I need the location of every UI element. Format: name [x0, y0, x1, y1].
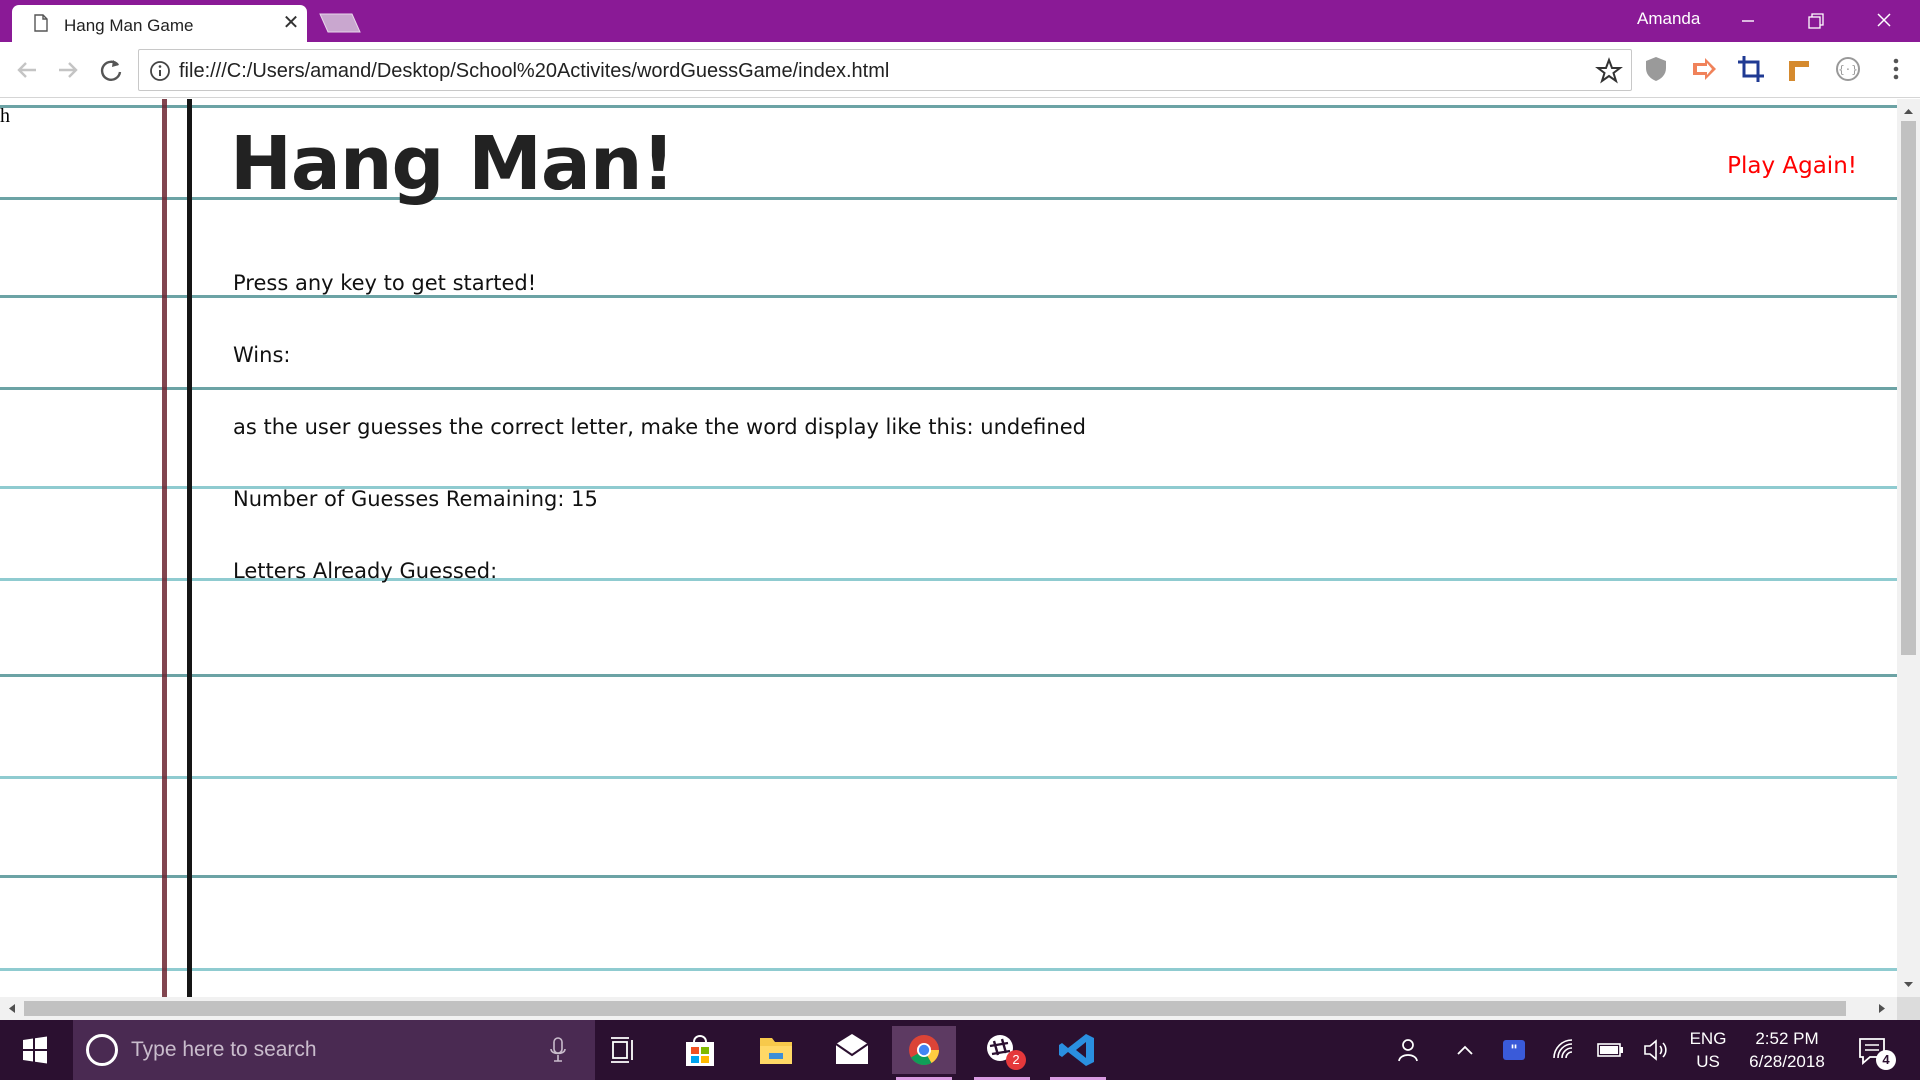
document-icon	[34, 14, 48, 32]
stray-text: h	[0, 105, 10, 127]
notebook-margin-line	[162, 99, 167, 997]
guesses-remaining: Number of Guesses Remaining: 15	[233, 487, 598, 511]
cortana-icon[interactable]	[86, 1034, 118, 1066]
horizontal-scrollbar[interactable]	[0, 997, 1897, 1020]
reload-icon[interactable]	[94, 53, 128, 87]
battery-icon[interactable]	[1593, 1034, 1627, 1066]
wifi-icon[interactable]	[1547, 1034, 1581, 1066]
restore-icon[interactable]	[1782, 0, 1850, 42]
vertical-scroll-thumb[interactable]	[1901, 121, 1916, 655]
notebook-margin-line	[187, 99, 192, 997]
letters-guessed: Letters Already Guessed:	[233, 559, 498, 583]
word-display: as the user guesses the correct letter, …	[233, 415, 1086, 439]
info-icon[interactable]	[149, 60, 171, 82]
browser-toolbar: file:///C:/Users/amand/Desktop/School%20…	[0, 42, 1920, 98]
scroll-left-icon[interactable]	[4, 1000, 20, 1017]
page-title: Hang Man!	[230, 121, 675, 207]
page-viewport: h Hang Man! Play Again! Press any key to…	[0, 99, 1897, 997]
volume-icon[interactable]	[1639, 1034, 1673, 1066]
horizontal-scroll-thumb[interactable]	[24, 1001, 1846, 1016]
notebook-rule-line	[0, 776, 1897, 779]
new-tab-button[interactable]	[318, 12, 362, 34]
notification-count-badge: 4	[1876, 1050, 1896, 1070]
windows-taskbar: Type here to search 2 " ENG US 2:52 PM 6…	[0, 1020, 1920, 1080]
instruction-text: Press any key to get started!	[233, 271, 537, 295]
play-again-link[interactable]: Play Again!	[1727, 153, 1857, 179]
address-bar[interactable]: file:///C:/Users/amand/Desktop/School%20…	[138, 49, 1632, 91]
chrome-taskbar-button[interactable]	[892, 1026, 956, 1080]
clock-date: 6/28/2018	[1749, 1052, 1825, 1071]
search-placeholder[interactable]: Type here to search	[131, 1038, 317, 1062]
url-text[interactable]: file:///C:/Users/amand/Desktop/School%20…	[179, 60, 889, 83]
chevron-up-icon[interactable]	[1448, 1034, 1482, 1066]
clock-time: 2:52 PM	[1755, 1029, 1819, 1048]
language-region: US	[1696, 1052, 1720, 1071]
notebook-rule-line	[0, 875, 1897, 878]
crop-extension-icon[interactable]	[1735, 53, 1767, 85]
svg-text:": "	[1510, 1043, 1517, 1059]
notebook-rule-line	[0, 387, 1897, 390]
tray-app-icon[interactable]: "	[1497, 1034, 1531, 1066]
browser-title-bar: Hang Man Game ✕ Amanda	[0, 0, 1920, 42]
profile-name[interactable]: Amanda	[1637, 9, 1700, 29]
slack-notification-badge: 2	[1006, 1050, 1026, 1070]
notebook-rule-line	[0, 105, 1897, 108]
input-language[interactable]: ENG US	[1688, 1027, 1728, 1073]
tab-close-button[interactable]: ✕	[280, 12, 302, 34]
ruler-extension-icon[interactable]	[1783, 53, 1815, 85]
arrow-extension-icon[interactable]	[1688, 53, 1720, 85]
menu-kebab-icon[interactable]	[1880, 53, 1912, 85]
file-explorer-icon[interactable]	[744, 1026, 808, 1074]
people-icon[interactable]	[1390, 1034, 1424, 1066]
bookmark-star-icon[interactable]	[1595, 57, 1623, 85]
scroll-up-icon[interactable]	[1897, 103, 1920, 119]
shield-extension-icon[interactable]	[1640, 53, 1672, 85]
vscode-taskbar-button[interactable]	[1046, 1026, 1110, 1080]
store-icon[interactable]	[668, 1026, 732, 1074]
tab-title: Hang Man Game	[64, 16, 194, 35]
vertical-scrollbar[interactable]	[1897, 99, 1920, 997]
microphone-icon[interactable]	[549, 1036, 567, 1064]
mail-icon[interactable]	[820, 1026, 884, 1074]
scrollbar-corner	[1897, 997, 1920, 1020]
vscode-icon	[1059, 1034, 1094, 1066]
language-code: ENG	[1689, 1029, 1727, 1048]
action-center-button[interactable]: 4	[1854, 1032, 1896, 1072]
forward-arrow-icon[interactable]	[51, 53, 85, 87]
task-view-icon[interactable]	[592, 1026, 656, 1074]
windows-start-icon[interactable]	[12, 1030, 58, 1070]
scroll-right-icon[interactable]	[1874, 1000, 1890, 1017]
slack-icon	[987, 1035, 1013, 1061]
notebook-rule-line	[0, 968, 1897, 971]
back-arrow-icon[interactable]	[10, 53, 44, 87]
code-extension-icon[interactable]: {·}	[1832, 53, 1864, 85]
slack-taskbar-button[interactable]: 2	[970, 1026, 1034, 1080]
notebook-rule-line	[0, 295, 1897, 298]
tab-hang-man-game[interactable]: Hang Man Game ✕	[12, 5, 307, 42]
svg-text:{·}: {·}	[1838, 63, 1858, 76]
taskbar-search-box[interactable]: Type here to search	[73, 1020, 595, 1080]
scroll-down-icon[interactable]	[1897, 977, 1920, 993]
minimize-icon[interactable]	[1714, 0, 1782, 42]
close-window-icon[interactable]	[1850, 0, 1918, 42]
system-clock[interactable]: 2:52 PM 6/28/2018	[1740, 1027, 1834, 1073]
notebook-rule-line	[0, 674, 1897, 677]
chrome-icon	[909, 1035, 939, 1066]
wins-label: Wins:	[233, 343, 291, 367]
